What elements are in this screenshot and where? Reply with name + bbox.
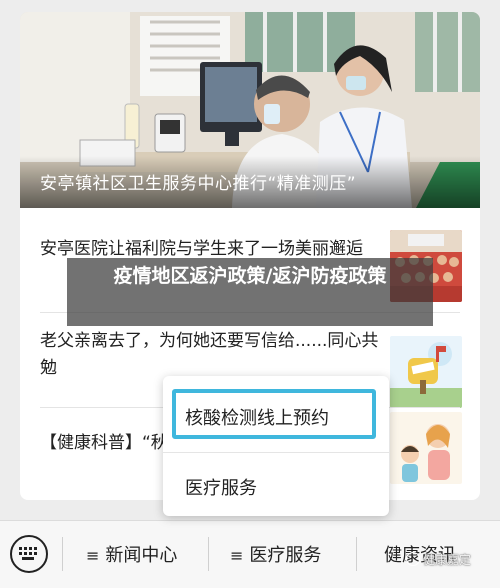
mailbox-illustration-image bbox=[390, 336, 462, 408]
menu-item-label: 核酸检测线上预约 bbox=[185, 408, 329, 429]
article-title[interactable]: 老父亲离去了，为何她还要写信给......同心共勉 bbox=[40, 328, 380, 382]
tab-separator bbox=[62, 537, 63, 571]
menu-divider bbox=[163, 452, 389, 453]
menu-item-medical-services[interactable]: 医疗服务 bbox=[163, 460, 389, 512]
family-cartoon-image bbox=[390, 412, 462, 484]
tab-label: 新闻中心 bbox=[105, 545, 178, 566]
menu-item-nucleic-acid-booking[interactable]: 核酸检测线上预约 bbox=[163, 390, 389, 442]
watermark: 健康嘉定 bbox=[406, 551, 471, 568]
tab-news-center[interactable]: ≡ 新闻中心 bbox=[86, 541, 177, 567]
popup-menu: 核酸检测线上预约 医疗服务 bbox=[163, 376, 389, 516]
article-thumbnail[interactable] bbox=[390, 336, 462, 408]
wechat-icon bbox=[406, 552, 420, 566]
hero-title: 安亭镇社区卫生服务中心推行“精准测压” bbox=[40, 174, 357, 194]
banner-text: 疫情地区返沪政策/返沪防疫政策 bbox=[113, 265, 387, 287]
tab-separator bbox=[208, 537, 209, 571]
tab-separator bbox=[356, 537, 357, 571]
hero-article[interactable]: 安亭镇社区卫生服务中心推行“精准测压” bbox=[20, 12, 480, 208]
watermark-text: 健康嘉定 bbox=[423, 553, 472, 567]
menu-icon: ≡ bbox=[230, 546, 244, 565]
tab-label: 医疗服务 bbox=[249, 545, 322, 566]
keyboard-icon[interactable] bbox=[10, 535, 48, 573]
tab-medical-services[interactable]: ≡ 医疗服务 bbox=[230, 541, 321, 567]
policy-banner[interactable]: 疫情地区返沪政策/返沪防疫政策 bbox=[67, 258, 433, 326]
menu-icon: ≡ bbox=[86, 546, 100, 565]
menu-item-label: 医疗服务 bbox=[185, 478, 257, 499]
article-thumbnail[interactable] bbox=[390, 412, 462, 484]
